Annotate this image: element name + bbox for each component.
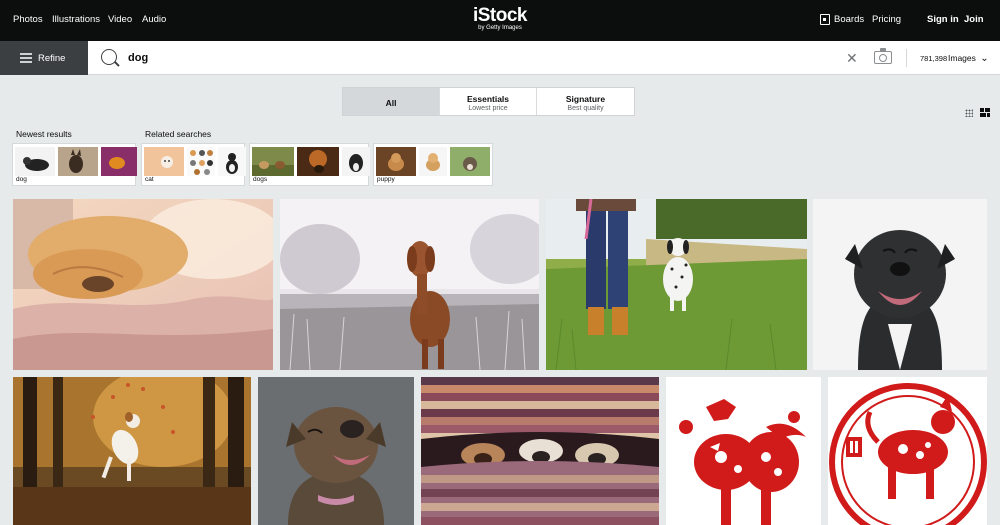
thumbnail-image	[342, 147, 370, 176]
related-card-cat[interactable]: cat	[141, 143, 246, 186]
thumbnail-image	[376, 147, 416, 176]
photo-brindle-dog-gray[interactable]	[258, 377, 414, 525]
photo-dogs-under-knit-blanket[interactable]	[421, 377, 659, 525]
photo-vizsla-meadow[interactable]	[280, 199, 539, 370]
thumbnail-image	[101, 147, 137, 176]
search-bar: ✕ 781,398 Images ⌄	[88, 41, 1000, 75]
related-card-dog[interactable]: dog	[12, 143, 137, 186]
thumbnail-image	[144, 147, 184, 176]
license-filter-tabs: All Essentials Lowest price Signature Be…	[342, 87, 635, 116]
boards-icon[interactable]	[820, 14, 830, 25]
media-type-label: Images	[948, 53, 976, 63]
tab-label: All	[385, 98, 397, 108]
tab-label: Signature	[565, 94, 606, 104]
top-nav-bar: Photos Illustrations Video Audio iStock …	[0, 0, 1000, 41]
grid-view-icon[interactable]	[965, 109, 973, 117]
nav-video[interactable]: Video	[108, 14, 132, 25]
tab-signature[interactable]: Signature Best quality	[537, 88, 634, 115]
mosaic-view-icon[interactable]	[980, 108, 990, 117]
related-card-dogs[interactable]: dogs	[249, 143, 370, 186]
divider	[906, 49, 907, 67]
nav-photos[interactable]: Photos	[13, 14, 43, 25]
tab-sublabel: Lowest price	[468, 105, 508, 112]
related-card-label: puppy	[377, 176, 395, 183]
photo-papercut-dog-medallion[interactable]	[828, 377, 987, 525]
thumbnail-image	[218, 147, 246, 176]
related-card-label: cat	[145, 176, 154, 183]
tab-label: Essentials	[466, 94, 510, 104]
refine-button[interactable]: Refine	[0, 41, 88, 75]
search-input[interactable]	[128, 47, 728, 69]
join-link[interactable]: Join	[964, 14, 984, 25]
istock-logo[interactable]: iStock by Getty Images	[460, 6, 540, 32]
logo-wordmark: iStock	[472, 5, 528, 26]
refine-label: Refine	[38, 53, 66, 64]
photo-jumping-terrier-autumn[interactable]	[13, 377, 251, 525]
related-card-label: dogs	[253, 176, 268, 183]
nav-pricing[interactable]: Pricing	[872, 14, 901, 25]
result-count: 781,398	[920, 54, 948, 63]
newest-results-heading: Newest results	[16, 129, 72, 139]
chevron-down-icon: ⌄	[980, 53, 989, 64]
tab-essentials[interactable]: Essentials Lowest price	[440, 88, 537, 115]
sign-in-link[interactable]: Sign in	[927, 14, 959, 25]
related-card-label: dog	[16, 176, 27, 183]
nav-illustrations[interactable]: Illustrations	[52, 14, 100, 25]
tab-all[interactable]: All	[343, 88, 440, 115]
photo-smiling-pitbull[interactable]	[813, 199, 987, 370]
related-searches-heading: Related searches	[145, 129, 212, 139]
thumbnail-image	[450, 147, 490, 176]
photo-papercut-dog-illustration[interactable]	[666, 377, 821, 525]
thumbnail-image	[187, 147, 215, 176]
thumbnail-image	[419, 147, 447, 176]
nav-boards[interactable]: Boards	[834, 14, 864, 25]
logo-tagline: by Getty Images	[478, 25, 522, 31]
media-type-dropdown[interactable]: Images ⌄	[948, 53, 989, 64]
photo-dalmatian-walk[interactable]	[546, 199, 807, 370]
nav-audio[interactable]: Audio	[142, 14, 166, 25]
thumbnail-image	[297, 147, 339, 176]
sliders-icon	[20, 52, 32, 63]
tab-sublabel: Best quality	[567, 105, 604, 112]
thumbnail-image	[58, 147, 98, 176]
camera-icon[interactable]	[874, 48, 892, 64]
thumbnail-image	[252, 147, 294, 176]
close-icon[interactable]: ✕	[846, 51, 858, 65]
thumbnail-image	[15, 147, 55, 176]
search-icon[interactable]	[101, 49, 117, 65]
photo-golden-retriever-bed[interactable]	[13, 199, 273, 370]
related-card-puppy[interactable]: puppy	[373, 143, 493, 186]
